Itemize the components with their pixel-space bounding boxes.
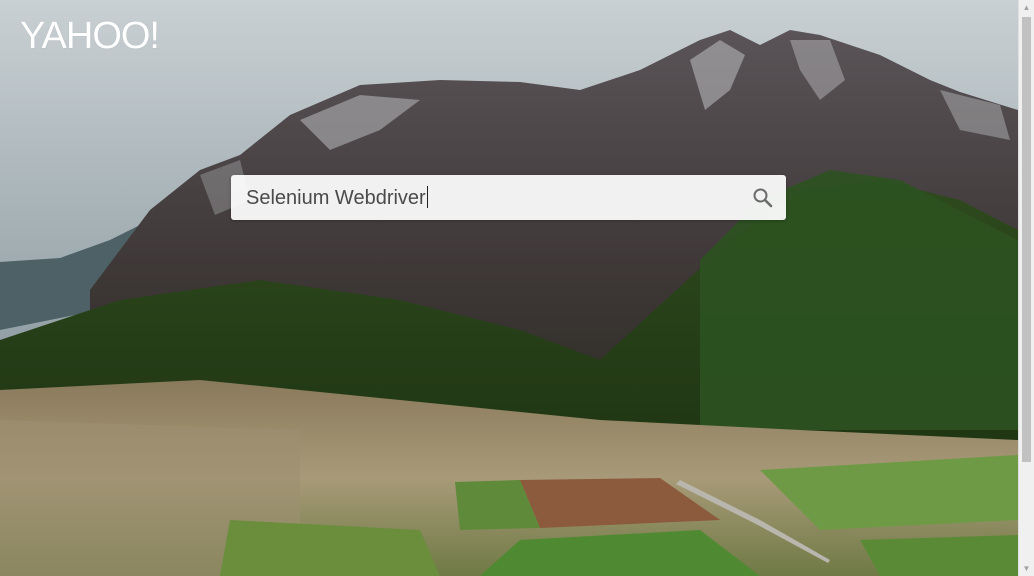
search-box: Selenium Webdriver [231, 175, 786, 220]
search-input[interactable]: Selenium Webdriver [246, 186, 428, 210]
yahoo-search-page: YAHOO! Selenium Webdriver ▲ ▼ [0, 0, 1034, 576]
scroll-up-button[interactable]: ▲ [1019, 0, 1034, 15]
arrow-up-icon: ▲ [1022, 3, 1031, 12]
scroll-down-button[interactable]: ▼ [1019, 561, 1034, 576]
search-input-value: Selenium Webdriver [246, 187, 426, 209]
yahoo-logo[interactable]: YAHOO! [20, 14, 160, 58]
vertical-scrollbar[interactable]: ▲ ▼ [1018, 0, 1034, 576]
search-icon [753, 188, 773, 208]
background-landscape-image [0, 0, 1018, 576]
text-caret [426, 186, 428, 208]
arrow-down-icon: ▼ [1022, 564, 1031, 573]
search-button[interactable] [752, 187, 774, 209]
scrollbar-thumb[interactable] [1022, 17, 1031, 462]
